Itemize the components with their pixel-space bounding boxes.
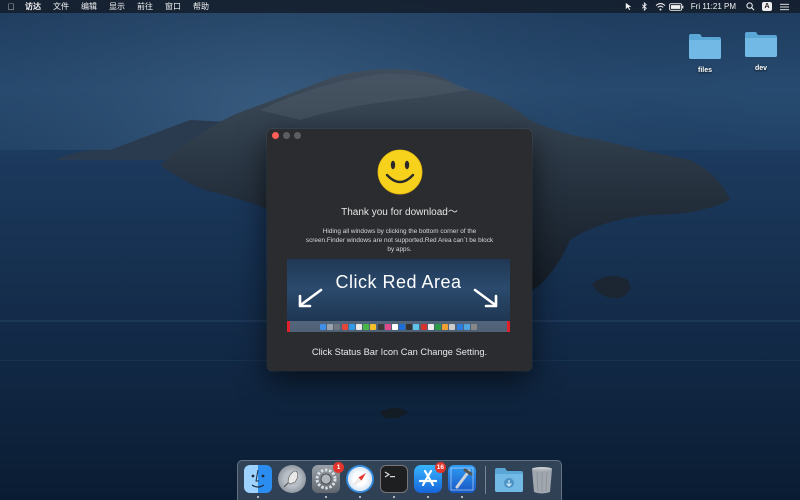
mini-dock-icon — [435, 323, 442, 330]
arrow-down-right-icon — [473, 288, 498, 308]
menu-app-name[interactable]: 访达 — [22, 0, 47, 13]
dock: 1 16 — [237, 460, 562, 500]
description-text: Hiding all windows by clicking the botto… — [283, 227, 516, 254]
downloads-folder-icon — [495, 468, 523, 492]
list-icon[interactable] — [776, 0, 792, 13]
description-line: Hiding all windows by clicking the botto… — [322, 228, 477, 235]
running-indicator — [325, 496, 327, 498]
dock-trash[interactable] — [528, 465, 556, 494]
dock-safari[interactable] — [346, 465, 374, 493]
dock-separator — [485, 466, 486, 494]
mini-dock-illustration — [287, 321, 510, 332]
description-line: screen.Finder windows are not supported.… — [305, 237, 494, 244]
mini-dock-icon — [341, 323, 348, 330]
running-indicator — [393, 496, 395, 498]
smiley-icon — [377, 149, 423, 195]
thanks-heading: Thank you for download～ — [341, 207, 458, 218]
launchpad-icon — [283, 470, 299, 488]
description-line: by apps. — [387, 246, 412, 253]
wifi-icon[interactable] — [653, 0, 669, 13]
menu-window[interactable]: 窗口 — [159, 0, 187, 13]
terminal-icon — [384, 471, 395, 478]
mini-dock-icon — [363, 323, 370, 330]
mini-dock-icon — [384, 323, 391, 330]
arrow-down-left-icon — [298, 288, 323, 308]
mini-dock-icon — [420, 323, 427, 330]
folder-label: files — [697, 67, 712, 74]
red-area-left — [287, 321, 290, 332]
running-indicator — [461, 496, 463, 498]
input-method-icon[interactable]: A — [762, 2, 772, 11]
mini-dock-icon — [327, 323, 334, 330]
bluetooth-icon[interactable] — [637, 0, 653, 13]
mini-dock-icon — [470, 323, 477, 330]
mini-dock-icon — [449, 323, 456, 330]
dock-system-preferences[interactable]: 1 — [312, 462, 344, 493]
zoom-button[interactable] — [294, 132, 301, 139]
menu-bar:  访达 文件 编辑 显示 前往 窗口 帮助 Fri 11:21 PM A — [0, 0, 800, 13]
folder-label: dev — [754, 65, 768, 72]
safari-icon — [354, 473, 366, 485]
minimize-button[interactable] — [283, 132, 290, 139]
dock-app-store[interactable]: 16 — [414, 462, 446, 493]
mini-dock-icon — [406, 323, 413, 330]
mini-dock-icon — [334, 323, 341, 330]
menu-file[interactable]: 文件 — [47, 0, 75, 13]
folder-icon — [745, 32, 777, 57]
mini-dock-icon — [377, 323, 384, 330]
dock-downloads[interactable] — [494, 465, 523, 493]
mini-dock-icon — [427, 323, 434, 330]
mini-dock-icon — [399, 323, 406, 330]
mini-dock-icon — [413, 323, 420, 330]
dock-launchpad[interactable] — [278, 465, 306, 493]
mini-dock-icon — [370, 323, 377, 330]
running-indicator — [257, 496, 259, 498]
running-indicator — [427, 496, 429, 498]
trash-icon — [532, 467, 552, 494]
finder-icon — [251, 469, 265, 488]
notification-badge: 16 — [434, 462, 446, 473]
demo-illustration: Click Red Area — [287, 259, 510, 332]
mini-dock-icon — [442, 323, 449, 330]
menu-view[interactable]: 显示 — [103, 0, 131, 13]
battery-icon[interactable] — [669, 0, 685, 13]
search-icon[interactable] — [742, 0, 758, 13]
menu-clock[interactable]: Fri 11:21 PM — [685, 2, 742, 11]
close-button[interactable] — [272, 132, 279, 139]
mini-dock-icon — [456, 323, 463, 330]
dock-xcode[interactable] — [448, 465, 476, 493]
desktop-folder-files[interactable]: files — [680, 32, 730, 74]
cursor-icon[interactable] — [621, 0, 637, 13]
mini-dock-icon — [391, 323, 398, 330]
menu-go[interactable]: 前往 — [131, 0, 159, 13]
mini-dock-icon — [355, 323, 362, 330]
mini-dock-icon — [463, 323, 470, 330]
apple-menu-icon[interactable]:  — [0, 2, 22, 12]
mini-dock-icon — [320, 323, 327, 330]
mini-dock-icon — [348, 323, 355, 330]
xcode-icon — [450, 467, 474, 491]
notification-badge: 1 — [333, 462, 344, 473]
dock-finder[interactable] — [244, 465, 272, 493]
dock-terminal[interactable] — [380, 465, 408, 493]
menu-edit[interactable]: 编辑 — [75, 0, 103, 13]
menu-help[interactable]: 帮助 — [187, 0, 215, 13]
folder-icon — [689, 34, 721, 59]
running-indicator — [359, 496, 361, 498]
welcome-window: Thank you for download～ Hiding all windo… — [267, 129, 532, 371]
status-tip-text: Click Status Bar Icon Can Change Setting… — [311, 347, 488, 357]
window-titlebar[interactable] — [267, 129, 532, 141]
red-area-right — [507, 321, 510, 332]
desktop-folder-dev[interactable]: dev — [736, 30, 786, 72]
